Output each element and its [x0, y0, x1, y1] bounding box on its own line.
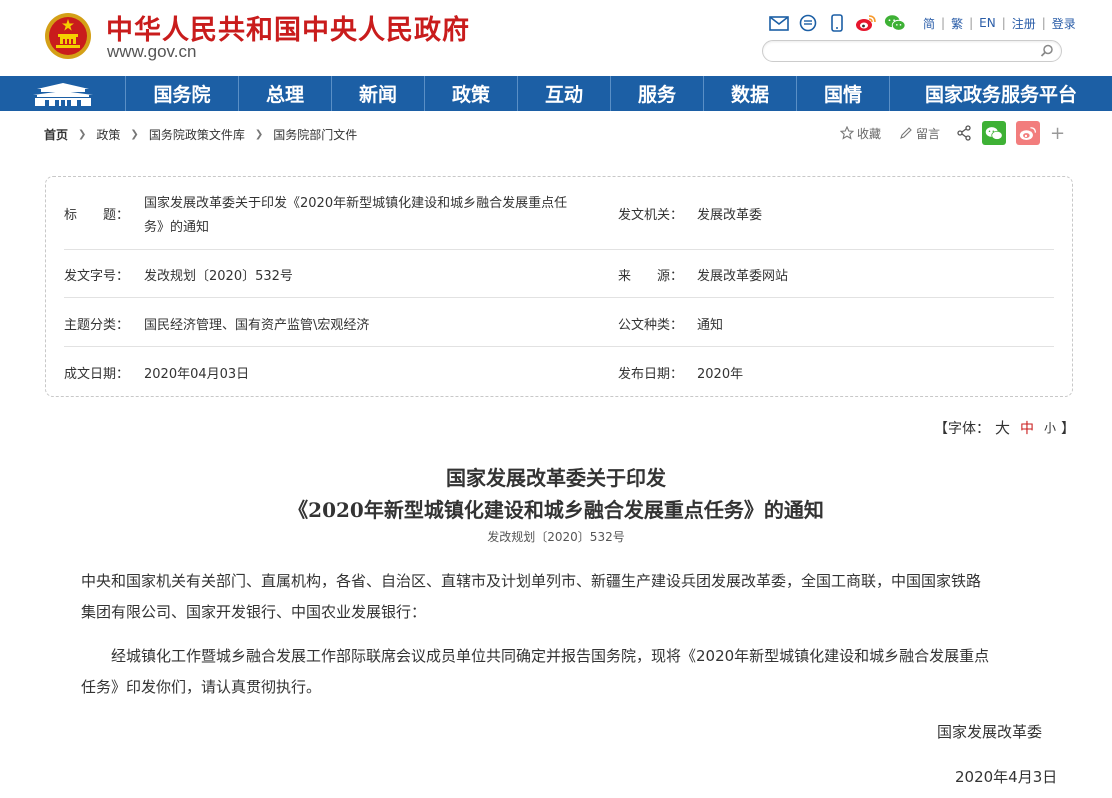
font-size-suffix: 】	[1061, 420, 1076, 437]
divider	[64, 346, 1054, 347]
nav-item-services[interactable]: 服务	[611, 76, 704, 111]
article-doc-number: 发改规划〔2020〕532号	[487, 530, 625, 544]
issuer-label: 发文机关：	[618, 208, 684, 223]
breadcrumb-home[interactable]: 首页	[44, 126, 68, 143]
topic-label: 主题分类：	[64, 318, 130, 333]
breadcrumb-policy-library[interactable]: 国务院政策文件库	[149, 126, 245, 143]
article-date: 2020年4月3日	[955, 768, 1058, 786]
breadcrumb: 首页 ❯ 政策 ❯ 国务院政策文件库 ❯ 国务院部门文件	[44, 125, 357, 143]
published-date-value: 2020年	[697, 367, 744, 382]
source-label: 来 源：	[618, 269, 684, 284]
nav-item-premier[interactable]: 总理	[239, 76, 332, 111]
paragraph-2-line2: 任务》印发你们，请认真贯彻执行。	[81, 678, 322, 696]
top-tools: 简 | 繁 | EN | 注册 | 登录	[768, 12, 1082, 34]
search-input[interactable]	[775, 42, 1035, 62]
article-signature: 国家发展改革委	[937, 723, 1043, 741]
type-label: 公文种类：	[618, 318, 684, 333]
favorite-button[interactable]: 收藏	[840, 125, 881, 142]
nav-item-state-council[interactable]: 国务院	[126, 76, 239, 111]
share-tools: 收藏 留言 +	[840, 120, 1065, 146]
main-nav: 国务院 总理 新闻 政策 互动 服务 数据 国情 国家政务服务平台	[0, 76, 1112, 111]
font-size-prefix: 【字体：	[934, 420, 990, 437]
article-title-line1: 国家发展改革委关于印发	[446, 466, 666, 490]
nav-item-data[interactable]: 数据	[704, 76, 797, 111]
nav-item-national-info[interactable]: 国情	[797, 76, 890, 111]
simplified-link[interactable]: 简	[917, 15, 941, 32]
article-title-line2: 《2020年新型城镇化建设和城乡融合发展重点任务》的通知	[288, 498, 824, 522]
issuer-value: 发展改革委	[697, 208, 763, 223]
traditional-link[interactable]: 繁	[945, 15, 969, 32]
paragraph-1-line2: 集团有限公司、国家开发银行、中国农业发展银行：	[81, 603, 427, 621]
weibo-share-icon[interactable]	[1016, 121, 1041, 145]
source-value: 发展改革委网站	[697, 269, 789, 284]
nav-item-interaction[interactable]: 互动	[518, 76, 611, 111]
nav-home[interactable]	[0, 76, 126, 111]
mobile-icon[interactable]	[826, 13, 848, 33]
written-date-value: 2020年04月03日	[144, 367, 250, 382]
english-link[interactable]: EN	[973, 16, 1002, 30]
paragraph-1-line1: 中央和国家机关有关部门、直属机构，各省、自治区、直辖市及计划单列市、新疆生产建设…	[81, 572, 982, 590]
register-link[interactable]: 注册	[1006, 15, 1042, 32]
font-size-small[interactable]: 小	[1044, 419, 1056, 436]
breadcrumb-policy[interactable]: 政策	[96, 126, 120, 143]
font-size-large[interactable]: 大	[995, 417, 1010, 438]
title-value-line2: 务》的通知	[144, 220, 210, 235]
written-date-label: 成文日期：	[64, 367, 130, 382]
topic-value: 国民经济管理、国有资产监管\宏观经济	[144, 318, 370, 333]
paragraph-2-line1: 经城镇化工作暨城乡融合发展工作部际联席会议成员单位共同确定并报告国务院，现将《2…	[81, 647, 990, 665]
chevron-right-icon: ❯	[78, 128, 87, 140]
favorite-label: 收藏	[857, 126, 882, 141]
site-header: 中华人民共和国中央人民政府 www.gov.cn 简 | 繁 | EN | 注册 | 登…	[0, 0, 1112, 76]
article-paragraph-2: 经城镇化工作暨城乡融合发展工作部际联席会议成员单位共同确定并报告国务院，现将《2…	[81, 641, 1041, 703]
divider	[64, 297, 1054, 298]
comment-button[interactable]: 留言	[899, 125, 940, 142]
nav-item-gov-service-platform[interactable]: 国家政务服务平台	[890, 76, 1112, 111]
document-info-box: 标 题： 国家发展改革委关于印发《2020年新型城镇化建设和城乡融合发展重点任 …	[45, 176, 1073, 397]
search-box	[762, 40, 1062, 62]
article-paragraph-1: 中央和国家机关有关部门、直属机构，各省、自治区、直辖市及计划单列市、新疆生产建设…	[81, 566, 1041, 628]
chevron-right-icon: ❯	[254, 128, 264, 140]
mail-icon[interactable]	[768, 13, 790, 33]
font-size-medium[interactable]: 中	[1020, 418, 1034, 438]
divider	[64, 249, 1054, 250]
message-icon[interactable]	[797, 13, 819, 33]
more-share-icon[interactable]: +	[1050, 123, 1065, 144]
type-value: 通知	[697, 318, 724, 333]
language-links: 简 | 繁 | EN | 注册 | 登录	[917, 15, 1082, 32]
national-emblem-icon[interactable]	[44, 10, 92, 62]
nav-item-policy[interactable]: 政策	[425, 76, 518, 111]
chevron-right-icon: ❯	[130, 128, 139, 140]
info-row-title: 标 题： 国家发展改革委关于印发《2020年新型城镇化建设和城乡融合发展重点任 …	[64, 192, 1054, 235]
comment-label: 留言	[916, 126, 941, 141]
tiananmen-icon	[32, 82, 93, 106]
weibo-icon[interactable]	[855, 13, 877, 33]
wechat-share-icon[interactable]	[982, 121, 1007, 145]
docno-label: 发文字号：	[64, 269, 130, 284]
font-size-control: 【字体： 大 中 小 】	[934, 417, 1075, 438]
share-icon[interactable]	[956, 125, 972, 141]
title-value-line1: 国家发展改革委关于印发《2020年新型城镇化建设和城乡融合发展重点任	[144, 196, 568, 211]
wechat-icon[interactable]	[884, 13, 906, 33]
title-label: 标 题：	[64, 208, 130, 223]
nav-item-news[interactable]: 新闻	[332, 76, 425, 111]
docno-value: 发改规划〔2020〕532号	[144, 269, 293, 284]
star-icon	[840, 126, 854, 140]
pencil-icon	[900, 127, 912, 139]
login-link[interactable]: 登录	[1046, 15, 1082, 32]
breadcrumb-department-docs[interactable]: 国务院部门文件	[273, 126, 357, 143]
published-date-label: 发布日期：	[618, 367, 684, 382]
search-icon[interactable]	[1039, 43, 1055, 59]
site-url[interactable]: www.gov.cn	[107, 42, 196, 62]
